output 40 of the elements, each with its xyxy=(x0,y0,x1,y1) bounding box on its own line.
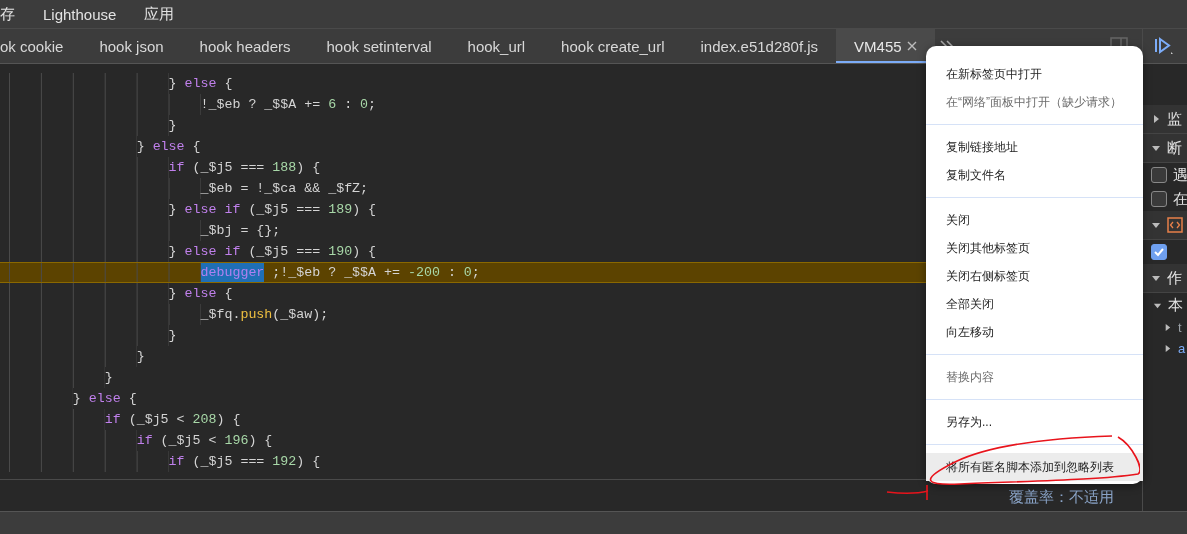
code-icon xyxy=(1167,217,1184,233)
close-icon[interactable] xyxy=(906,41,917,51)
file-tab[interactable]: hook headers xyxy=(181,29,309,63)
checkbox[interactable] xyxy=(1151,244,1168,260)
coverage-text: 覆盖率：不适用 xyxy=(1009,488,1115,507)
file-tab[interactable]: ok cookie xyxy=(0,29,82,63)
menu-item[interactable]: 关闭其他标签页 xyxy=(926,234,1143,262)
menu-item[interactable]: 在新标签页中打开 xyxy=(926,60,1143,88)
tree-item[interactable]: t xyxy=(1143,317,1187,338)
resume-icon[interactable] xyxy=(1153,36,1174,56)
section-header[interactable]: 断 xyxy=(1143,134,1187,163)
checkbox[interactable] xyxy=(1151,167,1168,183)
menu-item[interactable]: 关闭 xyxy=(926,206,1143,234)
menu-item[interactable]: 复制文件名 xyxy=(926,161,1143,189)
checkbox-label: 在 xyxy=(1173,189,1187,209)
expand-arrow-icon[interactable] xyxy=(1151,273,1162,283)
menu-item[interactable]: 存 xyxy=(0,4,15,24)
file-tab[interactable]: index.e51d280f.js xyxy=(682,29,837,63)
checkbox-label: 遇 xyxy=(1173,165,1187,185)
file-tab[interactable]: hook setinterval xyxy=(308,29,450,63)
expand-arrow-icon[interactable] xyxy=(1151,220,1162,230)
section-header[interactable]: 监 xyxy=(1143,105,1187,134)
checkbox[interactable] xyxy=(1151,191,1168,207)
file-tab[interactable]: hook create_url xyxy=(543,29,683,63)
menu-item[interactable]: 应用 xyxy=(144,4,175,24)
expand-arrow-icon[interactable] xyxy=(1151,143,1162,153)
section-header[interactable]: 作 xyxy=(1143,264,1187,293)
menu-item[interactable]: 关闭右侧标签页 xyxy=(926,262,1143,290)
file-tab[interactable]: hook json xyxy=(81,29,182,63)
menu-item[interactable]: 全部关闭 xyxy=(926,290,1143,318)
expand-arrow-icon[interactable] xyxy=(1163,323,1173,332)
file-tab[interactable]: hook_url xyxy=(449,29,544,63)
menu-item[interactable]: 另存为... xyxy=(926,408,1143,436)
expand-arrow-icon[interactable] xyxy=(1163,344,1173,353)
menu-item[interactable]: 复制链接地址 xyxy=(926,133,1143,161)
menu-item[interactable]: 向左移动 xyxy=(926,318,1143,346)
file-tab[interactable]: VM455 xyxy=(836,29,935,63)
menu-item[interactable]: Lighthouse xyxy=(43,5,117,23)
tree-item[interactable]: 本 xyxy=(1143,293,1187,317)
tree-item[interactable]: a xyxy=(1143,338,1187,359)
